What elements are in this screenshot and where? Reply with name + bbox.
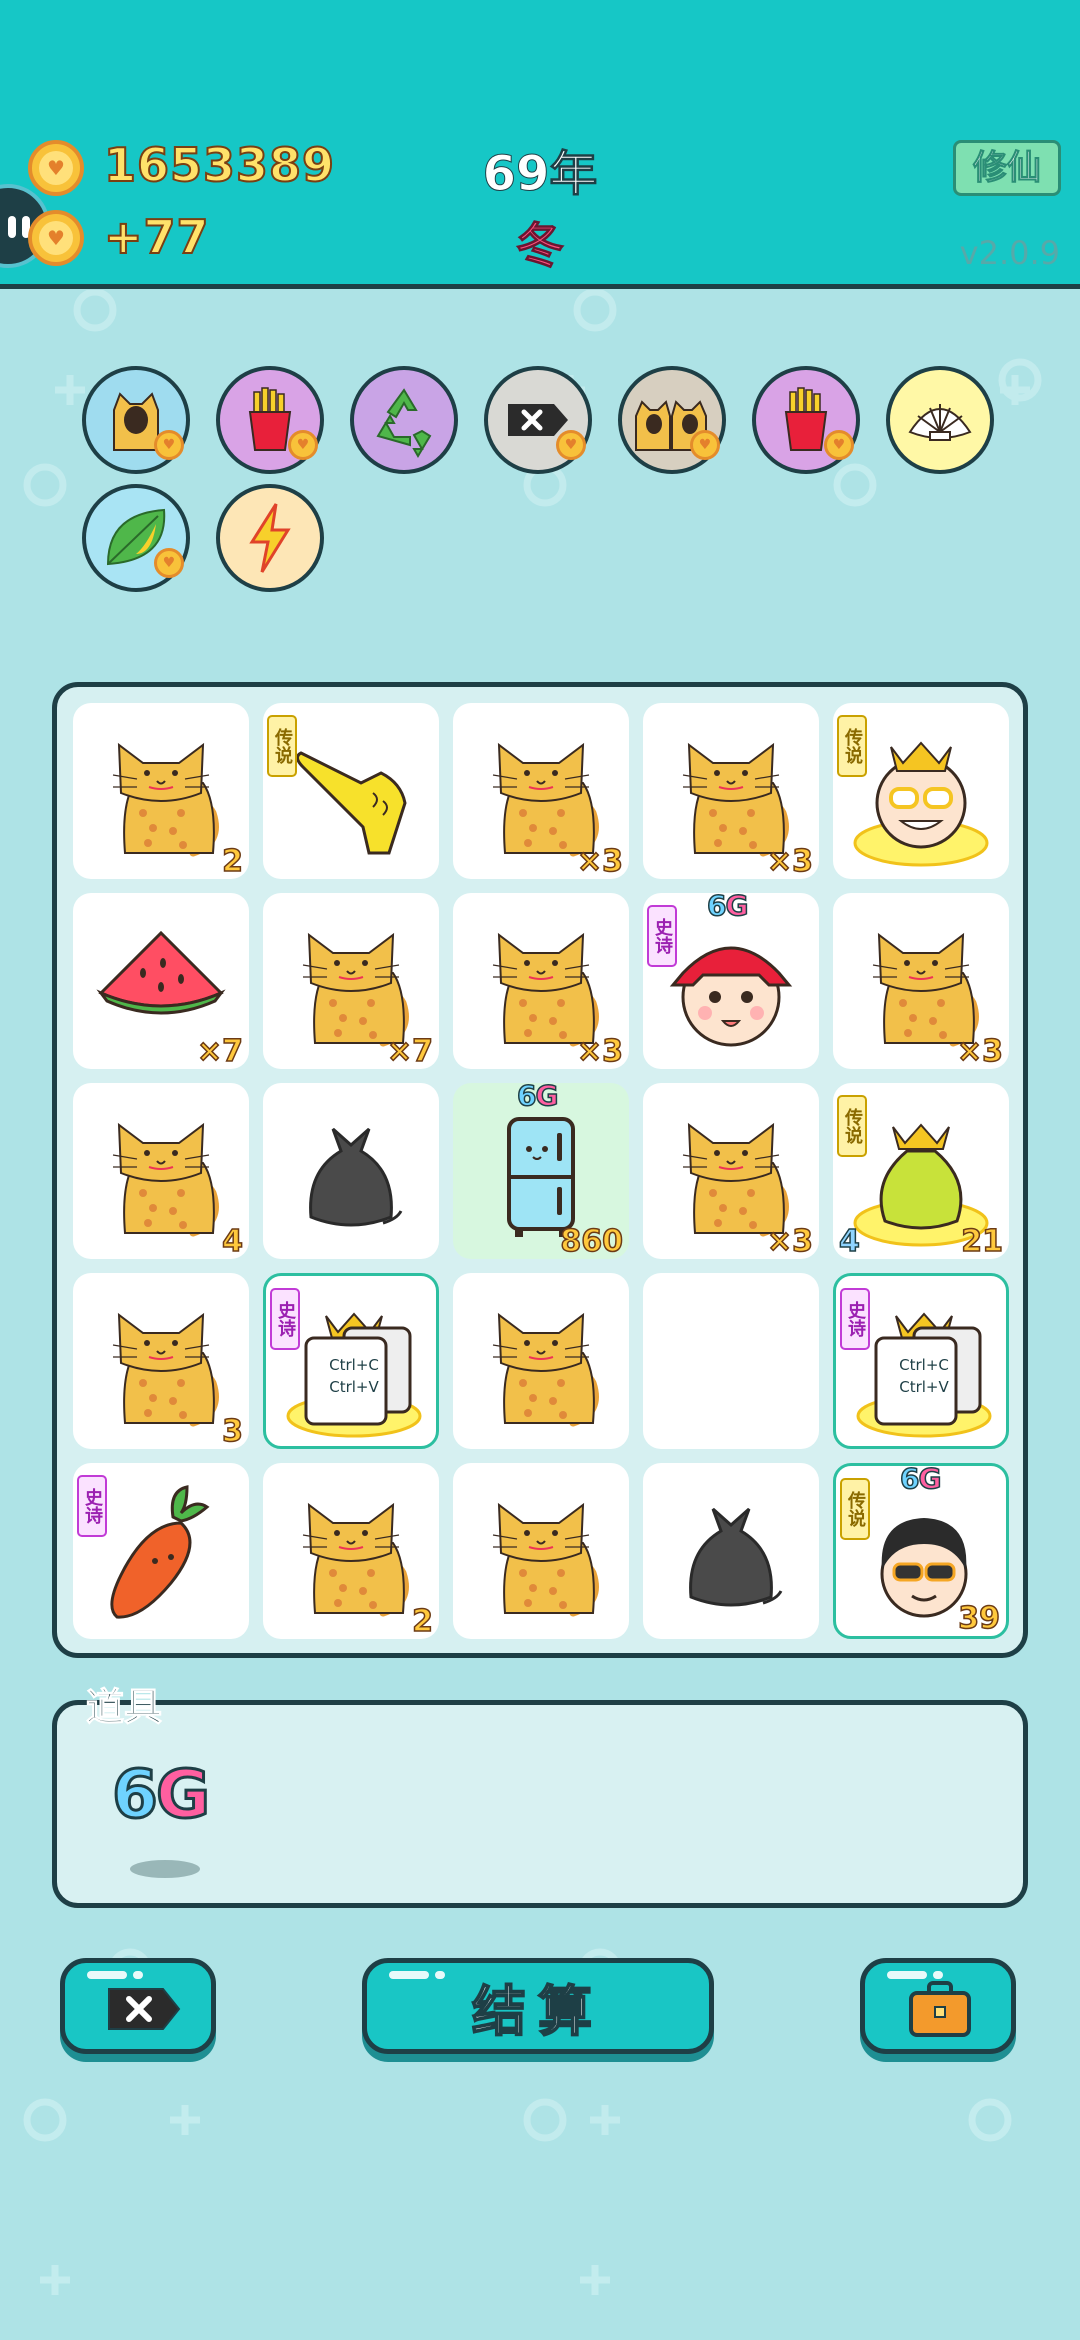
rarity-tag: 传说 — [840, 1478, 870, 1540]
item-count: 39 — [958, 1600, 1001, 1637]
board-cell-cat[interactable]: ×3 — [453, 703, 629, 880]
rarity-tag: 传说 — [837, 1095, 867, 1157]
board-cell-king-glasses[interactable]: 传说 — [833, 703, 1009, 879]
board-cell-trash-bag[interactable] — [643, 1463, 819, 1639]
heart-badge-icon: ♥ — [824, 430, 854, 460]
item-count: ×3 — [956, 1033, 1004, 1070]
item-count: ×3 — [766, 843, 814, 880]
slot-machine-board: 2 传说 ×3 ×3 传说 ×7 ×7 ×3 史诗 6G ×3 4 6G 860 ×3 传说 21… — [52, 682, 1028, 1658]
board-cell-sunglasses-man[interactable]: 传说 6G 39 — [833, 1461, 1009, 1639]
board-cell-cat[interactable]: ×3 — [453, 893, 629, 1070]
board-cell-gold-bag[interactable]: 传说 21 4 — [833, 1083, 1009, 1260]
board-cell-cat[interactable] — [453, 1463, 629, 1639]
item-count: 4 — [221, 1223, 243, 1260]
board-cell-red-hat-face[interactable]: 史诗 6G — [643, 888, 819, 1069]
buff-lightning-icon[interactable] — [216, 484, 324, 592]
remove-tag-icon — [108, 1988, 181, 2030]
item-count: 860 — [560, 1223, 624, 1260]
heart-badge-icon: ♥ — [556, 430, 586, 460]
item-count: ×3 — [766, 1223, 814, 1260]
board-cell-cat[interactable]: ×3 — [643, 1083, 819, 1260]
item-shadow — [130, 1860, 200, 1878]
settle-label: 结算 — [471, 1979, 604, 2044]
board-cell-carrot[interactable]: 史诗 — [73, 1463, 249, 1639]
buff-recycle-icon[interactable] — [350, 366, 458, 474]
board-cell-cat[interactable] — [453, 1273, 629, 1449]
ctrl-cv-text: Ctrl+C Ctrl+V — [329, 1356, 379, 1396]
heart-badge-icon: ♥ — [154, 548, 184, 578]
board-cell-cat[interactable]: 4 — [73, 1083, 249, 1260]
buff-shell-icon[interactable] — [886, 366, 994, 474]
heart-badge-icon: ♥ — [288, 430, 318, 460]
item-count: 21 — [961, 1223, 1004, 1260]
board-cell-cat[interactable]: 2 — [73, 703, 249, 880]
heart-badge-icon: ♥ — [154, 430, 184, 460]
board-cell-pointing-hand[interactable]: 传说 — [263, 703, 439, 879]
board-cell-cat[interactable]: ×3 — [643, 703, 819, 880]
remove-button[interactable] — [60, 1958, 216, 2054]
board-cell-cat[interactable]: 2 — [263, 1463, 439, 1640]
board-cell-trash-bag[interactable] — [263, 1083, 439, 1259]
briefcase-icon — [909, 1981, 971, 2037]
props-item-6g[interactable]: 6G — [111, 1755, 212, 1835]
board-cell-cat[interactable]: 3 — [73, 1273, 249, 1450]
rarity-tag: 史诗 — [77, 1475, 107, 1537]
board-cell-cat[interactable]: ×3 — [833, 893, 1009, 1070]
year-label: 69年 — [482, 146, 598, 203]
settle-button[interactable]: 结算 — [362, 1958, 714, 2054]
board-cell-watermelon[interactable]: ×7 — [73, 893, 249, 1070]
board-cell-ctrlcv[interactable]: Ctrl+C Ctrl+V 史诗 — [833, 1273, 1009, 1449]
ctrl-cv-text: Ctrl+C Ctrl+V — [899, 1356, 949, 1396]
item-count: ×3 — [576, 843, 624, 880]
rarity-tag: 传说 — [267, 715, 297, 777]
board-cell-empty[interactable] — [643, 1273, 819, 1449]
board-cell-ctrlcv[interactable]: Ctrl+C Ctrl+V 史诗 — [263, 1273, 439, 1449]
board-cell-cat[interactable]: ×7 — [263, 893, 439, 1070]
version-label: v2.0.9 — [959, 234, 1060, 272]
heart-badge-icon: ♥ — [690, 430, 720, 460]
item-count: 3 — [221, 1413, 243, 1450]
item-count: ×7 — [196, 1033, 244, 1070]
rarity-tag: 史诗 — [270, 1288, 300, 1350]
item-level: 4 — [838, 1223, 860, 1260]
item-count: ×3 — [576, 1033, 624, 1070]
top-status-bar: ♥ 1653389 ♥ +77 69年 冬 修仙 v2.0.9 — [0, 0, 1080, 289]
6g-badge: 6G — [516, 1078, 559, 1113]
season-label: 冬 — [515, 218, 564, 275]
rarity-tag: 史诗 — [647, 905, 677, 967]
item-count: 2 — [411, 1603, 433, 1640]
6g-badge: 6G — [706, 888, 749, 923]
board-cell-fridge[interactable]: 6G 860 — [453, 1078, 629, 1260]
backpack-button[interactable] — [860, 1958, 1016, 2054]
item-count: ×7 — [386, 1033, 434, 1070]
rarity-tag: 史诗 — [840, 1288, 870, 1350]
rarity-tag: 传说 — [837, 715, 867, 777]
props-label: 道具 — [85, 1685, 163, 1730]
item-count: 2 — [221, 843, 243, 880]
6g-badge: 6G — [899, 1461, 942, 1496]
cultivation-button[interactable]: 修仙 — [953, 140, 1061, 196]
